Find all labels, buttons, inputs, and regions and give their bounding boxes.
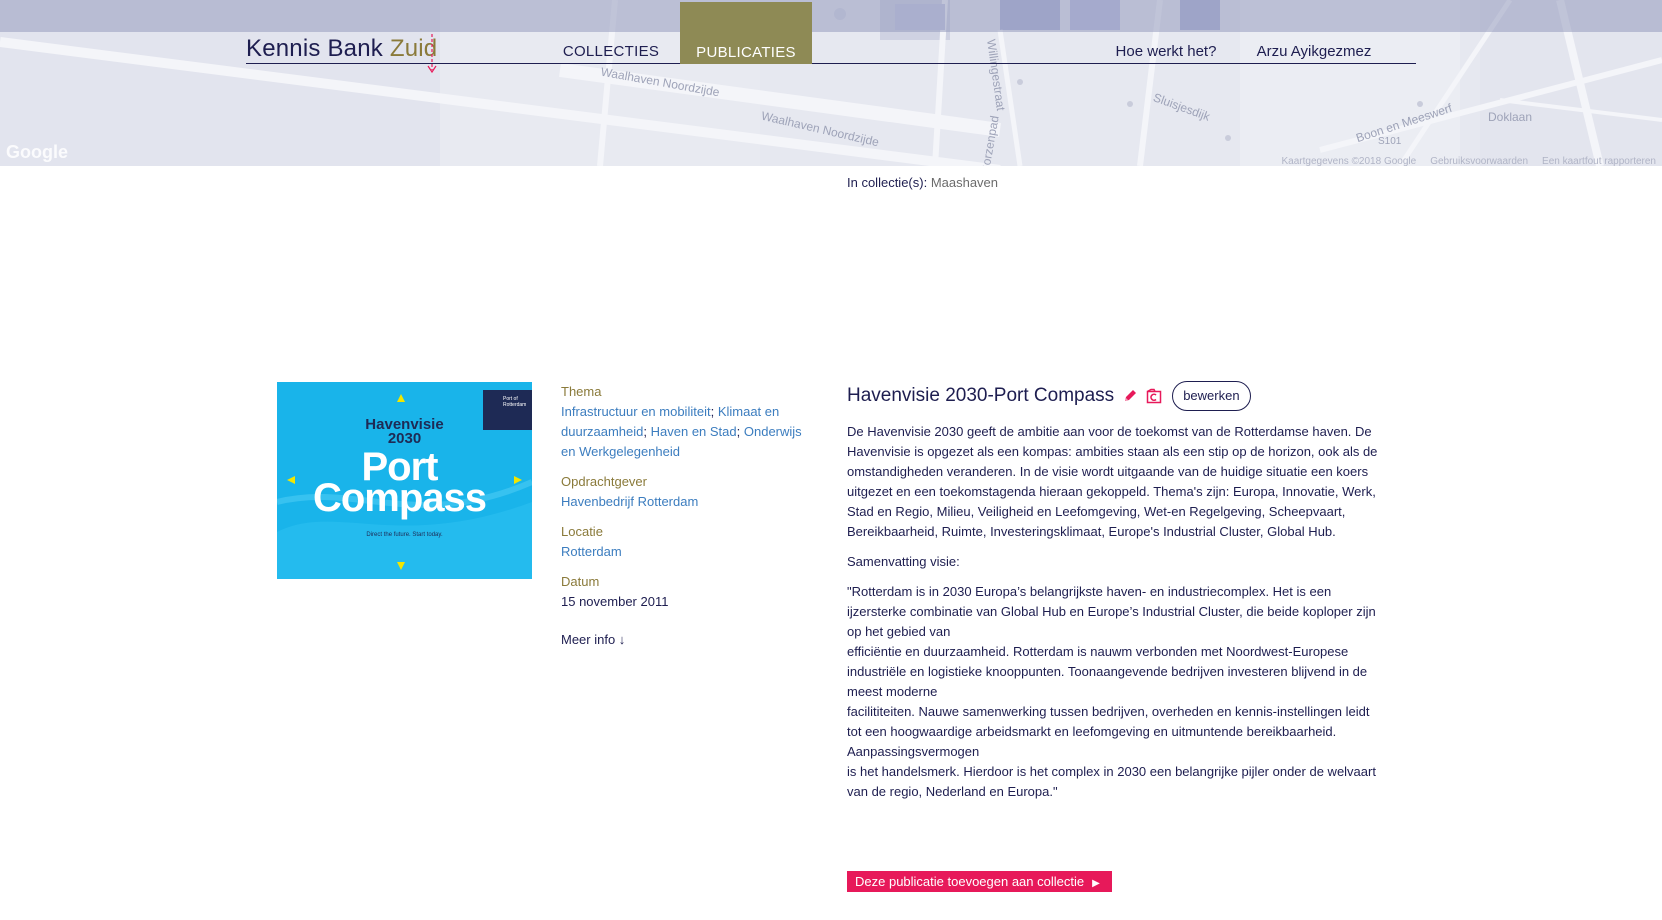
add-to-collection-button[interactable]: Deze publicatie toevoegen aan collectie ▶	[847, 871, 1112, 892]
play-arrow-icon: ▶	[1092, 878, 1100, 889]
google-logo: Google	[6, 142, 68, 162]
title-row: Havenvisie 2030-Port Compass bewerken	[847, 380, 1387, 412]
meta-locatie: Locatie Rotterdam	[561, 522, 811, 562]
street-label: Doklaan	[1488, 110, 1533, 124]
map-background[interactable]: Waalhaven Noordzijde Waalhaven Noordzijd…	[0, 0, 1662, 166]
meta-opdrachtgever: Opdrachtgever Havenbedrijf Rotterdam	[561, 472, 811, 512]
map-terms-link[interactable]: Gebruiksvoorwaarden	[1430, 156, 1528, 166]
nav-publicaties[interactable]: PUBLICATIES	[680, 2, 812, 64]
locatie-link[interactable]: Rotterdam	[561, 542, 811, 562]
collections-line: In collectie(s): Maashaven	[847, 175, 998, 190]
publication-cover-image: Port of Rotterdam Havenvisie 2030 Port C…	[277, 382, 532, 579]
publication-content: Havenvisie 2030-Port Compass bewerken De…	[847, 380, 1387, 812]
meta-datum: Datum 15 november 2011	[561, 572, 811, 612]
cover-slogan: Direct the future. Start today.	[366, 532, 443, 538]
thema-link[interactable]: Infrastructuur en mobiliteit	[561, 404, 711, 419]
map-report-error-link[interactable]: Een kaartfout rapporteren	[1542, 156, 1656, 166]
site-logo[interactable]: Kennis Bank Zuid	[246, 35, 437, 63]
cover-title-big: Port Compass	[277, 447, 522, 520]
publication-title: Havenvisie 2030-Port Compass	[847, 385, 1115, 406]
map-footer: Kaartgegevens ©2018 Google Gebruiksvoorw…	[1282, 156, 1656, 166]
meta-thema-values: Infrastructuur en mobiliteit; Klimaat en…	[561, 404, 802, 459]
summary-line: facilititeiten. Nauwe samenwerking tusse…	[847, 704, 1370, 759]
top-navigation: Kennis Bank Zuid COLLECTIES PUBLICATIES …	[246, 2, 1416, 74]
map-data-credit: Kaartgegevens ©2018 Google	[1281, 156, 1417, 166]
bewerken-button[interactable]: bewerken	[1172, 381, 1251, 411]
logo-pin-arrow-icon	[427, 34, 437, 74]
logo-text-main: Kennis Bank	[246, 35, 390, 62]
meta-thema-label: Thema	[561, 384, 602, 399]
thema-link[interactable]: Haven en Stad	[651, 424, 737, 439]
summary-line: is het handelsmerk. Hierdoor is het comp…	[847, 764, 1376, 799]
summary-line: "Rotterdam is in 2030 Europa’s belangrij…	[847, 584, 1376, 639]
collection-icon[interactable]	[1146, 388, 1162, 404]
opdrachtgever-link[interactable]: Havenbedrijf Rotterdam	[561, 492, 811, 512]
collections-label: In collectie(s):	[847, 175, 931, 190]
meta-datum-label: Datum	[561, 574, 600, 589]
description-paragraph: De Havenvisie 2030 geeft de ambitie aan …	[847, 424, 1378, 539]
street-label: S101	[1378, 136, 1402, 147]
cover-logo-text: Port of Rotterdam	[503, 396, 527, 408]
pencil-icon[interactable]	[1122, 388, 1138, 404]
nav-hoe-werkt-het[interactable]: Hoe werkt het?	[1106, 32, 1226, 64]
publication-metadata: Thema Infrastructuur en mobiliteit; Klim…	[561, 382, 811, 650]
meta-opdrachtgever-label: Opdrachtgever	[561, 474, 647, 489]
cover-title-small: Havenvisie 2030	[277, 417, 532, 447]
meta-locatie-label: Locatie	[561, 524, 603, 539]
cover-title-line: 2030	[387, 430, 422, 447]
summary-line: efficiëntie en duurzaamheid. Rotterdam i…	[847, 644, 1368, 699]
summary-quote: "Rotterdam is in 2030 Europa’s belangrij…	[847, 582, 1387, 802]
meer-info-link[interactable]: Meer info ↓	[561, 630, 811, 650]
samenvatting-label: Samenvatting visie:	[847, 554, 960, 569]
collection-link[interactable]: Maashaven	[931, 175, 998, 190]
add-to-collection-label: Deze publicatie toevoegen aan collectie	[855, 874, 1085, 889]
map-top-band	[0, 0, 1662, 32]
cover-title-big-line: Compass	[312, 476, 487, 520]
meta-thema: Thema Infrastructuur en mobiliteit; Klim…	[561, 382, 811, 462]
meta-datum-value: 15 november 2011	[561, 594, 669, 609]
nav-collecties[interactable]: COLLECTIES	[556, 32, 666, 64]
nav-user-account[interactable]: Arzu Ayikgezmez	[1244, 32, 1384, 64]
publication-description: De Havenvisie 2030 geeft de ambitie aan …	[847, 422, 1387, 802]
